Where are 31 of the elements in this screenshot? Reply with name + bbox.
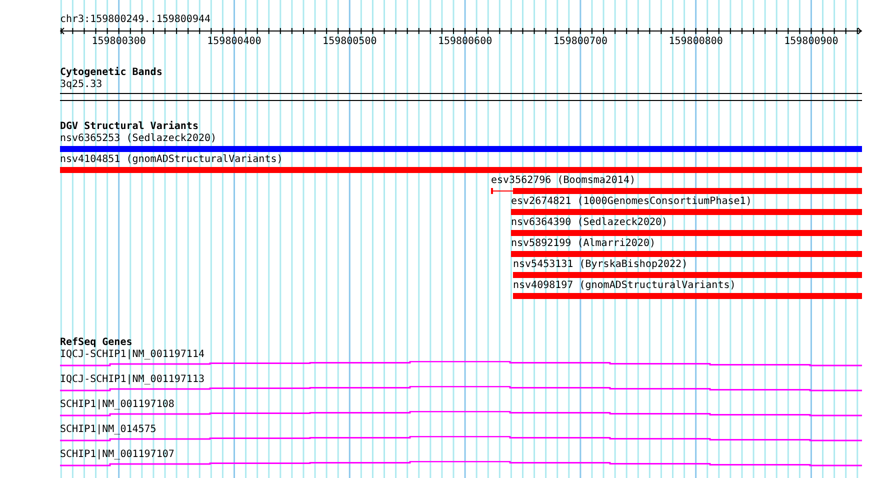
track-title: RefSeq Genes bbox=[60, 337, 132, 349]
gene-label: SCHIP1|NM_014575 bbox=[60, 424, 156, 436]
gene-label: SCHIP1|NM_001197108 bbox=[60, 399, 174, 411]
variant-label: nsv4098197 (gnomADStructuralVariants) bbox=[513, 280, 736, 292]
variant-label: esv3562796 (Boomsma2014) bbox=[491, 175, 636, 187]
gene-label: IQCJ-SCHIP1|NM_001197113 bbox=[60, 374, 204, 386]
ruler-tick-label: 159800900 bbox=[784, 36, 838, 48]
variant-label: nsv4104851 (gnomADStructuralVariants) bbox=[60, 154, 283, 166]
ruler-tick-label: 159800500 bbox=[322, 36, 377, 48]
gene-model-line[interactable] bbox=[60, 386, 862, 392]
locus-label: chr3:159800249..159800944 bbox=[60, 14, 211, 26]
gene-label: SCHIP1|NM_001197107 bbox=[60, 449, 174, 461]
gene-model-line[interactable] bbox=[60, 461, 862, 466]
ruler-tick-label: 159800700 bbox=[553, 36, 608, 48]
variant-label: nsv5453131 (ByrskaBishop2022) bbox=[513, 259, 688, 271]
track-title: Cytogenetic Bands bbox=[60, 67, 162, 79]
variant-label: nsv5892199 (Almarri2020) bbox=[511, 238, 656, 250]
variant-label: esv2674821 (1000GenomesConsortiumPhase1) bbox=[511, 196, 752, 208]
variant-bar[interactable] bbox=[491, 188, 862, 194]
ruler-tick-label: 159800300 bbox=[92, 36, 146, 48]
gene-model-line[interactable] bbox=[60, 411, 862, 416]
variant-label: nsv6365253 (Sedlazeck2020) bbox=[60, 133, 217, 145]
ruler-tick-label: 159800400 bbox=[207, 36, 262, 48]
track-title: DGV Structural Variants bbox=[60, 121, 198, 133]
ruler-tick-label: 159800600 bbox=[438, 36, 492, 48]
gene-label: IQCJ-SCHIP1|NM_001197114 bbox=[60, 349, 204, 361]
band-label: 3q25.33 bbox=[60, 79, 102, 91]
variant-label: nsv6364390 (Sedlazeck2020) bbox=[511, 217, 668, 229]
ruler-tick-label: 159800800 bbox=[668, 36, 723, 48]
gene-model-line[interactable] bbox=[60, 361, 862, 366]
gene-model-line[interactable] bbox=[60, 436, 862, 442]
